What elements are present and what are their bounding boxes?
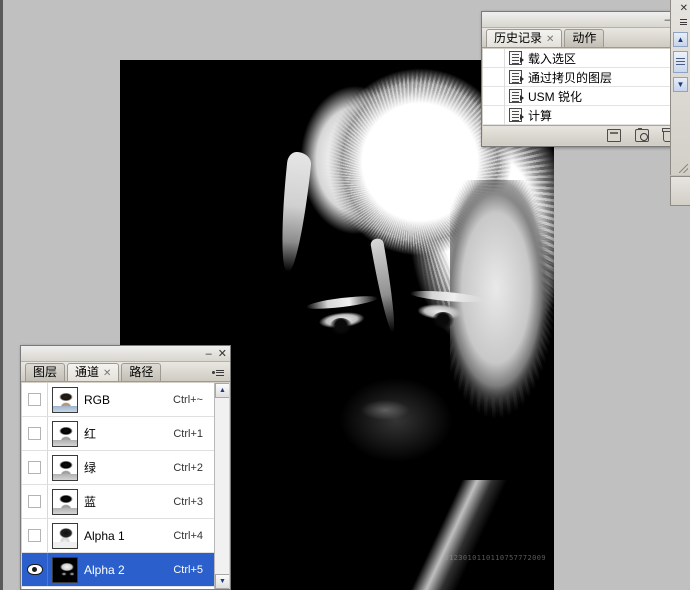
channel-shortcut: Ctrl+1 xyxy=(173,427,203,440)
panel-menu-icon[interactable] xyxy=(671,16,690,29)
list-item[interactable]: Alpha 1 Ctrl+4 xyxy=(22,519,229,553)
visibility-toggle[interactable] xyxy=(22,485,48,518)
list-item[interactable]: 红 Ctrl+1 xyxy=(22,417,229,451)
table-row[interactable]: USM 锐化 xyxy=(483,86,688,106)
dock-panel-button[interactable] xyxy=(673,50,688,73)
list-item[interactable]: 蓝 Ctrl+3 xyxy=(22,485,229,519)
resize-grip[interactable] xyxy=(679,164,688,173)
channel-thumbnail xyxy=(52,522,78,549)
channel-shortcut: Ctrl+~ xyxy=(173,393,203,406)
history-footer-toolbar xyxy=(483,125,688,145)
channels-window-buttons: – ✕ xyxy=(206,346,227,362)
close-button[interactable]: ✕ xyxy=(680,3,688,14)
eye-off-icon xyxy=(28,427,41,440)
panel-menu-icon[interactable] xyxy=(212,366,226,379)
history-row-gutter xyxy=(483,49,505,68)
list-item[interactable]: 绿 Ctrl+2 xyxy=(22,451,229,485)
channel-thumbnail xyxy=(52,386,78,413)
scroll-down-arrow-icon[interactable]: ▼ xyxy=(215,574,229,589)
minimize-button[interactable]: – xyxy=(206,348,212,360)
right-dock-strip[interactable]: ✕ ▲ ▼ xyxy=(670,0,690,175)
tab-history-label: 历史记录 xyxy=(494,31,543,45)
eye-off-icon xyxy=(28,529,41,542)
history-row-label: 通过拷贝的图层 xyxy=(528,70,613,85)
channels-list[interactable]: RGB Ctrl+~ 红 Ctrl+1 绿 Ctrl+2 蓝 Ctrl+3 Al… xyxy=(22,383,229,589)
table-row[interactable]: 通过拷贝的图层 xyxy=(483,67,688,87)
right-dock-window-buttons: ✕ xyxy=(671,0,690,16)
tab-channels-close-icon[interactable]: ✕ xyxy=(103,368,111,379)
right-dock-secondary[interactable] xyxy=(670,176,690,206)
channel-shortcut: Ctrl+4 xyxy=(173,529,203,542)
channel-thumbnail xyxy=(52,488,78,515)
visibility-toggle[interactable] xyxy=(22,519,48,552)
channels-scrollbar[interactable]: ▲ ▼ xyxy=(214,383,229,589)
cheek-highlight xyxy=(316,360,476,480)
shoulder-highlight xyxy=(390,480,510,590)
tab-history-close-icon[interactable]: ✕ xyxy=(546,34,554,45)
photoshop-desktop: 0123010110110757772009 – ✕ 历史记录✕ 动作 xyxy=(0,0,690,590)
tab-channels-label: 通道 xyxy=(75,365,100,379)
visibility-toggle[interactable] xyxy=(22,451,48,484)
table-row[interactable]: 载入选区 xyxy=(483,49,688,68)
channels-panel[interactable]: – ✕ 图层 通道 ✕ 路径 RGB Ctrl+~ 红 Ctrl+1 绿 Ctr… xyxy=(20,345,231,590)
tab-channels[interactable]: 通道 ✕ xyxy=(67,363,120,381)
snapshot-camera-icon[interactable] xyxy=(635,128,649,142)
pupil-right xyxy=(432,312,454,328)
tab-actions-label: 动作 xyxy=(572,31,597,45)
visibility-toggle[interactable] xyxy=(22,383,48,416)
table-row[interactable]: 计算 xyxy=(483,105,688,125)
history-state-icon xyxy=(509,89,524,103)
history-list[interactable]: 载入选区 通过拷贝的图层 USM 锐化 计算 xyxy=(483,49,688,125)
eye-off-icon xyxy=(28,461,41,474)
tab-layers-label: 图层 xyxy=(33,365,58,379)
close-button[interactable]: ✕ xyxy=(218,348,227,360)
channel-shortcut: Ctrl+5 xyxy=(173,563,203,576)
channels-tabrow: 图层 通道 ✕ 路径 xyxy=(21,362,230,382)
eye-off-icon xyxy=(28,495,41,508)
channels-panel-titlebar[interactable]: – ✕ xyxy=(21,346,230,362)
visibility-toggle[interactable] xyxy=(22,417,48,450)
pupil-left xyxy=(330,318,352,334)
history-row-label: 计算 xyxy=(528,108,553,123)
history-panel[interactable]: – ✕ 历史记录✕ 动作 载入选区 xyxy=(481,11,690,147)
eye-visible-icon xyxy=(26,564,43,575)
history-row-label: 载入选区 xyxy=(528,51,577,66)
channel-shortcut: Ctrl+2 xyxy=(173,461,203,474)
new-document-icon[interactable] xyxy=(607,129,621,142)
history-state-icon xyxy=(509,70,524,84)
channel-name: Alpha 1 xyxy=(84,528,125,543)
channel-name: RGB xyxy=(84,392,111,407)
tab-paths[interactable]: 路径 xyxy=(121,363,162,381)
history-row-gutter xyxy=(483,105,505,125)
list-item[interactable]: RGB Ctrl+~ xyxy=(22,383,229,417)
tab-paths-label: 路径 xyxy=(129,365,154,379)
channel-shortcut: Ctrl+3 xyxy=(173,495,203,508)
scroll-up-arrow-icon[interactable]: ▲ xyxy=(215,383,229,398)
history-state-icon xyxy=(509,108,524,122)
collapse-up-icon[interactable]: ▲ xyxy=(673,31,688,47)
history-row-gutter xyxy=(483,67,505,87)
channel-name: Alpha 2 xyxy=(84,562,125,577)
channel-thumbnail xyxy=(52,454,78,481)
tab-actions[interactable]: 动作 xyxy=(564,29,605,47)
image-watermark: 0123010110110757772009 xyxy=(444,554,546,562)
tab-layers[interactable]: 图层 xyxy=(25,363,66,381)
channel-name: 蓝 xyxy=(84,495,97,509)
channel-thumbnail xyxy=(52,420,78,447)
expand-down-icon[interactable]: ▼ xyxy=(673,76,688,92)
visibility-toggle[interactable] xyxy=(22,553,48,586)
history-state-icon xyxy=(509,51,524,65)
history-tabrow: 历史记录 ✕ 动作 xyxy=(482,28,689,48)
tab-history[interactable]: 历史记录 ✕ xyxy=(486,29,563,47)
list-item[interactable]: Alpha 2 Ctrl+5 xyxy=(22,553,229,587)
history-row-label: USM 锐化 xyxy=(528,89,583,104)
channel-thumbnail xyxy=(52,556,78,583)
history-row-gutter xyxy=(483,86,505,106)
eye-off-icon xyxy=(28,393,41,406)
channel-name: 绿 xyxy=(84,461,97,475)
channel-name: 红 xyxy=(84,427,97,441)
history-panel-titlebar[interactable]: – ✕ xyxy=(482,12,689,28)
